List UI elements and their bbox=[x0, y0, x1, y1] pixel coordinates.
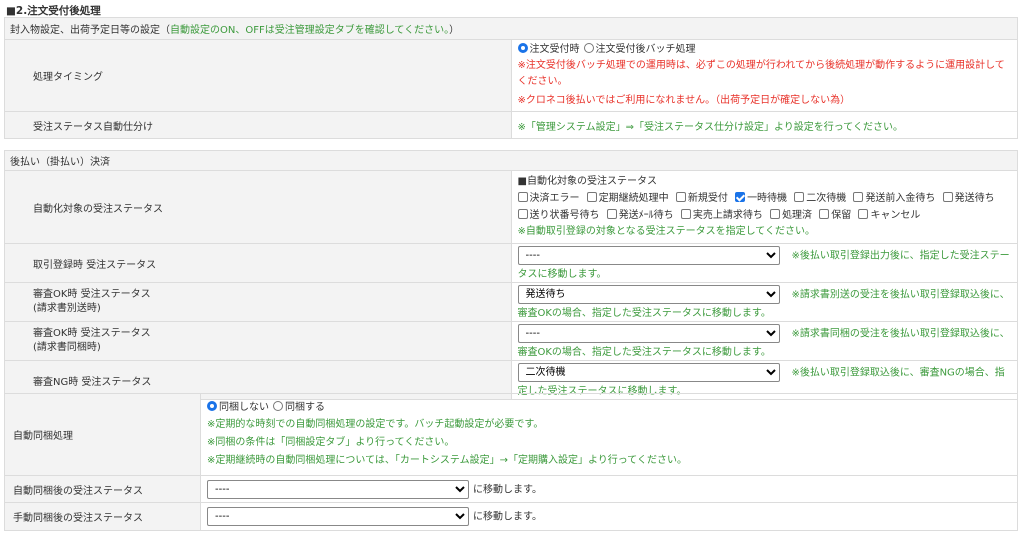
option-label: 注文受付時 bbox=[529, 44, 580, 55]
timing-note-1: ※注文受付後バッチ処理での運用時は、必ずこの処理が行われてから後続処理が動作する… bbox=[517, 60, 1005, 87]
checkbox-icon[interactable] bbox=[675, 192, 686, 202]
status-checkboxes: 決済エラー 定期継続処理中 新規受付 一時待機 二次待機 発送前入金待ち 発送待… bbox=[517, 190, 1012, 224]
checkbox-label: 一時待機 bbox=[747, 193, 788, 204]
checkbox-icon[interactable] bbox=[942, 192, 953, 202]
checkbox-icon[interactable] bbox=[819, 209, 830, 219]
timing-label: 処理タイミング bbox=[4, 39, 512, 112]
checkbox-label: 処理済 bbox=[782, 210, 813, 221]
rejected-status-select[interactable]: 二次待機 bbox=[517, 363, 780, 382]
checkbox-label: 決済エラー bbox=[529, 193, 580, 204]
checkbox-icon[interactable] bbox=[853, 192, 864, 202]
label-text: 取引登録時 受注ステータス bbox=[33, 259, 157, 271]
shipping-settings-table: 封入物設定、出荷予定日等の設定（自動設定のON、OFFは受注管理設定タブを確認し… bbox=[4, 17, 1018, 139]
status-checkbox[interactable]: 発送前入金待ち bbox=[853, 192, 938, 204]
checkbox-icon[interactable] bbox=[586, 192, 597, 202]
status-checkbox[interactable]: 処理済 bbox=[770, 209, 815, 221]
timing-note-2: ※クロネコ後払いではご利用になれません。（出荷予定日が確定しない為） bbox=[517, 95, 851, 106]
suffix-text: に移動します。 bbox=[473, 511, 542, 523]
approved-bundled-status-select[interactable]: ---- bbox=[517, 324, 780, 343]
auto-target-note: ※自動取引登録の対象となる受注ステータスを指定してください。 bbox=[517, 226, 815, 237]
radio-icon[interactable] bbox=[517, 43, 528, 53]
bundle-note: ※定期的な時刻での自動同梱処理の設定です。バッチ起動設定が必要です。 bbox=[207, 418, 544, 430]
checkbox-label: 発送前入金待ち bbox=[865, 193, 936, 204]
row-label: 取引登録時 受注ステータス bbox=[4, 243, 512, 283]
label-text: 審査OK時 受注ステータス bbox=[33, 289, 151, 300]
after-auto-label: 自動同梱後の受注ステータス bbox=[4, 475, 201, 503]
checkbox-icon[interactable] bbox=[735, 192, 746, 202]
bundle-table: 自動同梱処理 同梱しない 同梱する ※定期的な時刻での自動同梱処理の設定です。バッ… bbox=[4, 393, 1018, 531]
auto-sort-note: ※「管理システム設定」⇒「受注ステータス仕分け設定」より設定を行ってください。 bbox=[510, 111, 1018, 139]
status-checkbox[interactable]: キャンセル bbox=[858, 209, 921, 221]
bundle-option-no[interactable]: 同梱しない bbox=[207, 400, 269, 413]
checkbox-icon[interactable] bbox=[517, 209, 528, 219]
table-header: 後払い（掛払い）決済 bbox=[4, 150, 1018, 171]
register-status-select[interactable]: ---- bbox=[517, 246, 780, 265]
approved-separate-status-select[interactable]: 発送待ち bbox=[517, 285, 780, 304]
option-label: 注文受付後バッチ処理 bbox=[595, 44, 696, 55]
auto-bundle-label: 自動同梱処理 bbox=[4, 393, 201, 476]
status-checkbox[interactable]: 保留 bbox=[819, 209, 854, 221]
header-text: 封入物設定、出荷予定日等の設定（ bbox=[10, 25, 170, 36]
bundle-note: ※定期継続時の自動同梱処理については、「カートシステム設定」→「定期購入設定」よ… bbox=[207, 454, 687, 466]
radio-icon[interactable] bbox=[207, 400, 217, 411]
auto-sort-label: 受注ステータス自動仕分け bbox=[4, 111, 512, 139]
checkbox-label: 発送待ち bbox=[954, 193, 995, 204]
auto-target-label: 自動化対象の受注ステータス bbox=[4, 170, 512, 244]
timing-option-batch[interactable]: 注文受付後バッチ処理 bbox=[583, 43, 696, 55]
after-manual-label: 手動同梱後の受注ステータス bbox=[4, 502, 201, 531]
status-checkbox[interactable]: 発送ﾒｰﾙ待ち bbox=[606, 209, 677, 221]
option-label: 同梱しない bbox=[219, 401, 269, 413]
checkbox-label: 保留 bbox=[831, 210, 852, 221]
checkbox-label: 発送ﾒｰﾙ待ち bbox=[618, 210, 674, 221]
checkbox-label: 送り状番号待ち bbox=[529, 210, 600, 221]
checkbox-icon[interactable] bbox=[770, 209, 781, 219]
label-sub: (請求書同梱時) bbox=[33, 342, 101, 353]
checkbox-label: 実売上請求待ち bbox=[692, 210, 763, 221]
checkbox-icon[interactable] bbox=[680, 209, 691, 219]
header-suffix: ） bbox=[449, 25, 460, 36]
status-checkbox[interactable]: 発送待ち bbox=[942, 192, 995, 204]
status-checkbox[interactable]: 決済エラー bbox=[517, 192, 583, 204]
radio-icon[interactable] bbox=[583, 43, 594, 53]
status-checkbox[interactable]: 送り状番号待ち bbox=[517, 209, 603, 221]
after-auto-bundle-select[interactable]: ---- bbox=[207, 479, 469, 499]
option-label: 同梱する bbox=[285, 401, 325, 413]
label-sub: (請求書別送時) bbox=[33, 303, 101, 314]
checkbox-label: キャンセル bbox=[870, 210, 921, 221]
checkbox-icon[interactable] bbox=[517, 192, 528, 202]
checkbox-label: 定期継続処理中 bbox=[598, 193, 669, 204]
checkbox-label: 新規受付 bbox=[687, 193, 728, 204]
status-checkbox[interactable]: 二次待機 bbox=[794, 192, 849, 204]
checkbox-icon[interactable] bbox=[858, 209, 869, 219]
status-checkbox[interactable]: 定期継続処理中 bbox=[586, 192, 672, 204]
row-label: 審査OK時 受注ステータス (請求書別送時) bbox=[4, 282, 512, 322]
suffix-text: に移動します。 bbox=[473, 484, 542, 495]
timing-option-immediate[interactable]: 注文受付時 bbox=[517, 43, 580, 55]
bundle-note: ※同梱の条件は「同梱設定タブ」より行ってください。 bbox=[207, 436, 455, 448]
label-text: 審査NG時 受注ステータス bbox=[33, 376, 152, 388]
section-title: ■2.注文受付後処理 bbox=[6, 5, 101, 17]
status-checkbox[interactable]: 実売上請求待ち bbox=[680, 209, 766, 221]
radio-icon[interactable] bbox=[273, 400, 283, 411]
checkbox-label: 二次待機 bbox=[806, 193, 847, 204]
checkbox-icon[interactable] bbox=[794, 192, 805, 202]
row-label: 審査OK時 受注ステータス (請求書同梱時) bbox=[4, 321, 512, 361]
table-header: 封入物設定、出荷予定日等の設定（自動設定のON、OFFは受注管理設定タブを確認し… bbox=[4, 17, 1018, 40]
status-checkbox[interactable]: 新規受付 bbox=[675, 192, 731, 204]
checkbox-icon[interactable] bbox=[606, 209, 617, 219]
deferred-payment-table: 後払い（掛払い）決済 自動化対象の受注ステータス ■自動化対象の受注ステータス … bbox=[4, 150, 1018, 400]
label-text: 審査OK時 受注ステータス bbox=[33, 328, 151, 339]
auto-target-subtitle: ■自動化対象の受注ステータス bbox=[517, 176, 657, 187]
after-manual-bundle-select[interactable]: ---- bbox=[207, 507, 469, 526]
header-note: 自動設定のON、OFFは受注管理設定タブを確認してください。 bbox=[170, 25, 450, 36]
bundle-option-yes[interactable]: 同梱する bbox=[273, 400, 325, 413]
status-checkbox[interactable]: 一時待機 bbox=[735, 192, 790, 204]
